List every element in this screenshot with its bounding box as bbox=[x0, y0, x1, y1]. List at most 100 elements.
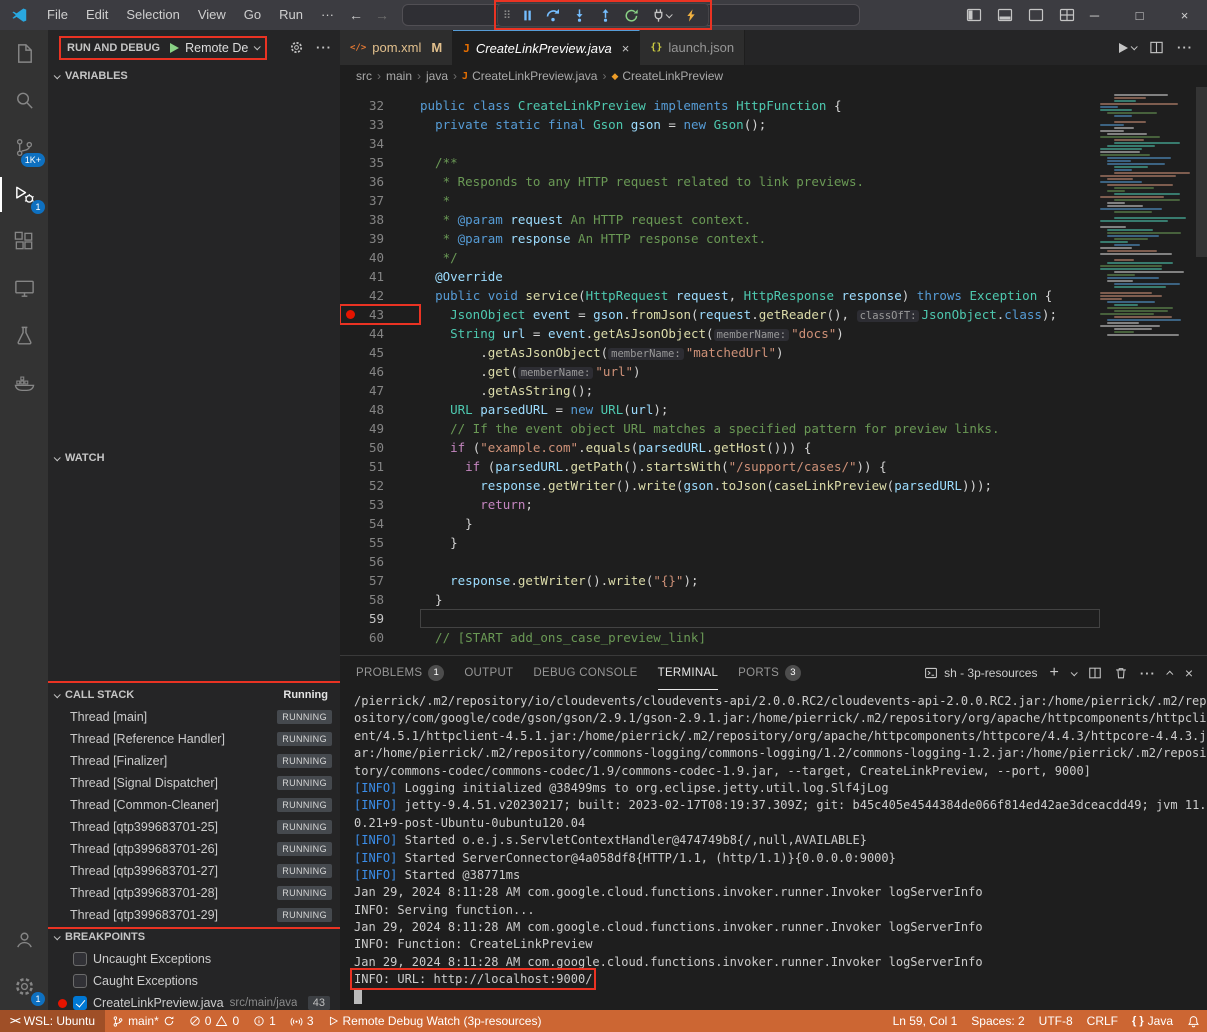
breadcrumb-CreateLinkPreview.java[interactable]: JCreateLinkPreview.java bbox=[462, 69, 597, 83]
step-over-button[interactable] bbox=[541, 4, 565, 26]
code-line[interactable]: 33 private static final Gson gson = new … bbox=[340, 115, 1100, 134]
accounts-icon[interactable] bbox=[0, 916, 48, 963]
code-line[interactable]: 42 public void service(HttpRequest reque… bbox=[340, 286, 1100, 305]
sidebar-more-actions-icon[interactable]: ··· bbox=[316, 40, 332, 55]
gutter-line-33[interactable]: 33 bbox=[340, 115, 420, 134]
terminal-selector[interactable]: sh - 3p-resources bbox=[924, 666, 1037, 680]
panel-tab-output[interactable]: OUTPUT bbox=[464, 656, 513, 690]
split-terminal-icon[interactable] bbox=[1088, 666, 1102, 680]
breadcrumb-java[interactable]: java bbox=[426, 69, 448, 83]
call-stack-thread[interactable]: Thread [qtp399683701-25]RUNNING bbox=[48, 816, 340, 838]
branch-indicator[interactable]: main* bbox=[105, 1010, 182, 1032]
gutter-line-54[interactable]: 54 bbox=[340, 514, 420, 533]
menu-edit[interactable]: Edit bbox=[77, 0, 117, 30]
breakpoint-checkbox[interactable] bbox=[73, 952, 87, 966]
code-line[interactable]: 45 .getAsJsonObject(memberName:"matchedU… bbox=[340, 343, 1100, 362]
close-tab-icon[interactable]: × bbox=[622, 41, 630, 56]
gutter-line-48[interactable]: 48 bbox=[340, 400, 420, 419]
problems-indicator[interactable]: 0 0 bbox=[182, 1010, 246, 1032]
gutter-line-46[interactable]: 46 bbox=[340, 362, 420, 381]
call-stack-thread[interactable]: Thread [main]RUNNING bbox=[48, 706, 340, 728]
remote-explorer-icon[interactable] bbox=[0, 265, 48, 312]
panel-tab-debug-console[interactable]: DEBUG CONSOLE bbox=[533, 656, 637, 690]
call-stack-thread[interactable]: Thread [qtp399683701-26]RUNNING bbox=[48, 838, 340, 860]
call-stack-thread[interactable]: Thread [qtp399683701-27]RUNNING bbox=[48, 860, 340, 882]
nav-back-button[interactable]: ← bbox=[343, 7, 369, 23]
panel-more-actions-icon[interactable]: ··· bbox=[1140, 666, 1156, 681]
kill-terminal-icon[interactable] bbox=[1114, 666, 1128, 680]
gutter-line-49[interactable]: 49 bbox=[340, 419, 420, 438]
close-window-button[interactable]: × bbox=[1162, 0, 1207, 30]
breakpoint-item[interactable]: Uncaught Exceptions bbox=[48, 948, 340, 970]
explorer-icon[interactable] bbox=[0, 30, 48, 77]
editor-more-actions-icon[interactable]: ··· bbox=[1177, 40, 1193, 55]
toggle-panel-icon[interactable] bbox=[997, 7, 1013, 23]
close-panel-icon[interactable]: × bbox=[1185, 665, 1193, 681]
menu-file[interactable]: File bbox=[38, 0, 77, 30]
step-into-button[interactable] bbox=[567, 4, 591, 26]
search-icon[interactable] bbox=[0, 77, 48, 124]
code-line[interactable]: 54 } bbox=[340, 514, 1100, 533]
language-mode[interactable]: { } Java bbox=[1125, 1010, 1180, 1032]
call-stack-thread[interactable]: Thread [qtp399683701-28]RUNNING bbox=[48, 882, 340, 904]
code-line[interactable]: 53 return; bbox=[340, 495, 1100, 514]
code-line[interactable]: 48 URL parsedURL = new URL(url); bbox=[340, 400, 1100, 419]
panel-tab-terminal[interactable]: TERMINAL bbox=[658, 656, 719, 690]
gutter-line-58[interactable]: 58 bbox=[340, 590, 420, 609]
code-line[interactable]: 57 response.getWriter().write("{}"); bbox=[340, 571, 1100, 590]
watch-header[interactable]: WATCH bbox=[48, 447, 340, 469]
code-line[interactable]: 36 * Responds to any HTTP request relate… bbox=[340, 172, 1100, 191]
encoding-setting[interactable]: UTF-8 bbox=[1032, 1010, 1080, 1032]
disconnect-button[interactable] bbox=[645, 4, 677, 26]
terminal-output[interactable]: /pierrick/.m2/repository/io/cloudevents/… bbox=[340, 690, 1207, 1006]
code-line[interactable]: 44 String url = event.getAsJsonObject(me… bbox=[340, 324, 1100, 343]
code-line[interactable]: 41 @Override bbox=[340, 267, 1100, 286]
toggle-primary-sidebar-icon[interactable] bbox=[966, 7, 982, 23]
gutter-line-57[interactable]: 57 bbox=[340, 571, 420, 590]
source-control-icon[interactable]: 1K+ bbox=[0, 124, 48, 171]
gutter-line-55[interactable]: 55 bbox=[340, 533, 420, 552]
breadcrumb-CreateLinkPreview[interactable]: ◆CreateLinkPreview bbox=[611, 69, 723, 83]
remote-indicator[interactable]: >< WSL: Ubuntu bbox=[0, 1010, 105, 1032]
testing-icon[interactable] bbox=[0, 312, 48, 359]
code-line[interactable]: 47 .getAsString(); bbox=[340, 381, 1100, 400]
hot-code-replace-button[interactable] bbox=[679, 4, 703, 26]
code-line[interactable]: 39 * @param response An HTTP response co… bbox=[340, 229, 1100, 248]
menu-selection[interactable]: Selection bbox=[117, 0, 188, 30]
code-line[interactable]: 43 JsonObject event = gson.fromJson(requ… bbox=[340, 305, 1100, 324]
call-stack-header[interactable]: CALL STACK Running bbox=[48, 684, 340, 706]
nav-forward-button[interactable]: → bbox=[369, 7, 395, 23]
breakpoint-icon[interactable] bbox=[346, 310, 355, 319]
step-out-button[interactable] bbox=[593, 4, 617, 26]
gutter-line-45[interactable]: 45 bbox=[340, 343, 420, 362]
code-line[interactable]: 49 // If the event object URL matches a … bbox=[340, 419, 1100, 438]
tab-launch.json[interactable]: {}launch.json bbox=[640, 30, 745, 65]
code-line[interactable]: 55 } bbox=[340, 533, 1100, 552]
gutter-line-35[interactable]: 35 bbox=[340, 153, 420, 172]
run-and-debug-icon[interactable]: 1 bbox=[0, 171, 48, 218]
settings-gear-icon[interactable]: 1 bbox=[0, 963, 48, 1010]
panel-tab-ports[interactable]: PORTS3 bbox=[738, 656, 801, 690]
gutter-line-44[interactable]: 44 bbox=[340, 324, 420, 343]
cursor-position[interactable]: Ln 59, Col 1 bbox=[886, 1010, 965, 1032]
gutter-line-37[interactable]: 37 bbox=[340, 191, 420, 210]
breakpoint-item[interactable]: CreateLinkPreview.javasrc/main/java43 bbox=[48, 992, 340, 1010]
code-line[interactable]: 40 */ bbox=[340, 248, 1100, 267]
restart-button[interactable] bbox=[619, 4, 643, 26]
breadcrumb-main[interactable]: main bbox=[386, 69, 412, 83]
ports-indicator[interactable]: 3 bbox=[283, 1010, 321, 1032]
gutter-line-52[interactable]: 52 bbox=[340, 476, 420, 495]
breakpoint-item[interactable]: Caught Exceptions bbox=[48, 970, 340, 992]
debug-gear-icon[interactable] bbox=[289, 40, 304, 55]
call-stack-thread[interactable]: Thread [Common-Cleaner]RUNNING bbox=[48, 794, 340, 816]
code-line[interactable]: 59 bbox=[340, 609, 1100, 628]
docker-icon[interactable] bbox=[0, 359, 48, 406]
gutter-line-42[interactable]: 42 bbox=[340, 286, 420, 305]
gutter-line-43[interactable]: 43 bbox=[340, 305, 420, 324]
minimize-button[interactable]: ─ bbox=[1072, 0, 1117, 30]
gutter-line-39[interactable]: 39 bbox=[340, 229, 420, 248]
code-line[interactable]: 51 if (parsedURL.getPath().startsWith("/… bbox=[340, 457, 1100, 476]
code-line[interactable]: 32public class CreateLinkPreview impleme… bbox=[340, 96, 1100, 115]
menu-go[interactable]: Go bbox=[235, 0, 270, 30]
breakpoints-header[interactable]: BREAKPOINTS bbox=[48, 926, 340, 948]
